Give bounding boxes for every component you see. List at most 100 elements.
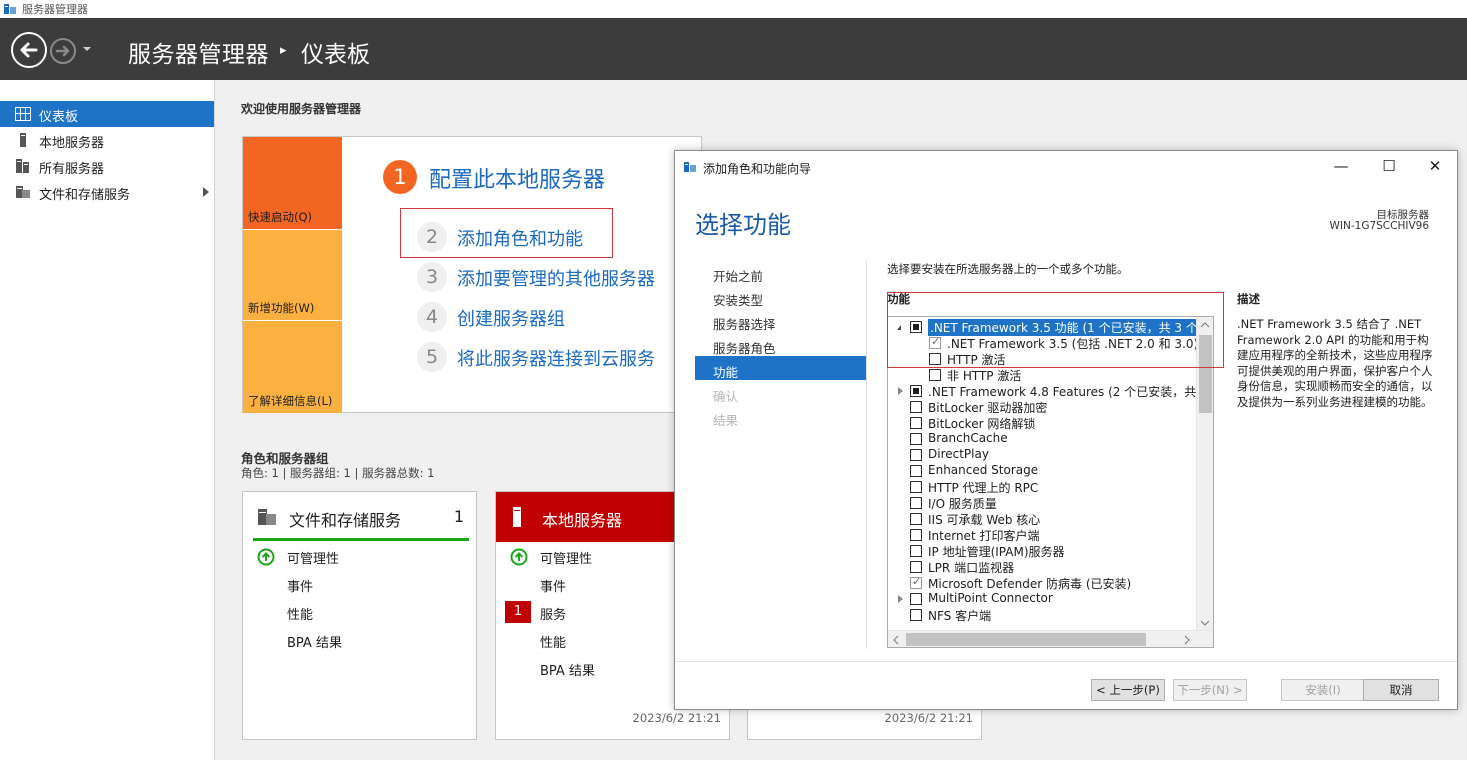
feature-row[interactable]: I/O 服务质量	[888, 495, 1196, 511]
feature-checkbox[interactable]	[910, 609, 922, 621]
feature-row[interactable]: IP 地址管理(IPAM)服务器	[888, 543, 1196, 559]
wizard-nav-features[interactable]: 功能	[713, 362, 738, 381]
chevron-down-icon[interactable]	[80, 44, 94, 54]
previous-button[interactable]: < 上一步(P)	[1091, 679, 1165, 701]
feature-checkbox[interactable]	[910, 481, 922, 493]
card-row-events[interactable]: 事件	[540, 576, 566, 595]
feature-row[interactable]: HTTP 代理上的 RPC	[888, 479, 1196, 495]
chevron-down-icon[interactable]	[1200, 619, 1210, 627]
feature-row[interactable]: BitLocker 网络解锁	[888, 415, 1196, 431]
card-row-services[interactable]: 服务	[540, 604, 566, 623]
step-number: 1	[383, 160, 417, 194]
card-timestamp: 2023/6/2 21:21	[632, 711, 721, 725]
chevron-left-icon[interactable]	[892, 635, 900, 645]
step-connect-cloud[interactable]: 将此服务器连接到云服务	[457, 345, 655, 371]
wizard-nav-server-selection[interactable]: 服务器选择	[713, 314, 776, 333]
card-row-bpa[interactable]: BPA 结果	[540, 660, 595, 679]
card-row-bpa[interactable]: BPA 结果	[287, 632, 342, 651]
back-button[interactable]	[11, 32, 47, 68]
feature-checkbox[interactable]	[910, 575, 922, 589]
card-row-performance[interactable]: 性能	[287, 604, 313, 623]
header-app-title: 服务器管理器	[128, 42, 269, 68]
feature-label: BranchCache	[928, 431, 1008, 445]
tile-whats-new[interactable]: 新增功能(W)	[243, 230, 342, 320]
feature-row[interactable]: 非 HTTP 激活	[888, 367, 1196, 383]
feature-checkbox[interactable]	[910, 401, 922, 413]
install-button: 安装(I)	[1281, 679, 1365, 701]
highlight-box	[887, 292, 1224, 368]
feature-checkbox[interactable]	[910, 385, 922, 397]
server-icon	[513, 507, 521, 527]
feature-row[interactable]: BitLocker 驱动器加密	[888, 399, 1196, 415]
chevron-right-icon[interactable]	[1183, 635, 1191, 645]
sidebar-item-local-server[interactable]: 本地服务器	[0, 127, 214, 153]
feature-label: 非 HTTP 激活	[947, 369, 1022, 383]
feature-row[interactable]: .NET Framework 4.8 Features (2 个已安装，共 7 …	[888, 383, 1213, 399]
feature-label: MultiPoint Connector	[928, 591, 1053, 605]
tile-label: 了解详细信息(L)	[248, 394, 333, 408]
sidebar-item-file-storage[interactable]: 文件和存储服务	[0, 179, 214, 205]
feature-checkbox[interactable]	[910, 497, 922, 509]
step-configure-local-server[interactable]: 配置此本地服务器	[429, 162, 605, 194]
card-header: 文件和存储服务 1	[243, 492, 476, 542]
wizard-nav-install-type[interactable]: 安装类型	[713, 290, 763, 309]
header-page-title: 仪表板	[301, 42, 370, 68]
feature-checkbox[interactable]	[929, 369, 941, 381]
instruction-text: 选择要安装在所选服务器上的一个或多个功能。	[887, 262, 1129, 276]
collapsed-triangle-icon[interactable]	[898, 387, 903, 395]
feature-row[interactable]: DirectPlay	[888, 447, 1196, 463]
card-row-events[interactable]: 事件	[287, 576, 313, 595]
horizontal-scrollbar[interactable]	[888, 630, 1213, 647]
role-card-file-storage[interactable]: 文件和存储服务 1 可管理性 事件 性能 BPA 结果	[242, 491, 477, 740]
card-row-performance[interactable]: 性能	[540, 632, 566, 651]
collapsed-triangle-icon[interactable]	[898, 595, 903, 603]
up-arrow-circle-icon	[510, 548, 528, 566]
wizard-icon	[684, 162, 696, 172]
feature-checkbox[interactable]	[910, 593, 922, 605]
feature-checkbox[interactable]	[910, 449, 922, 461]
feature-row[interactable]: LPR 端口监视器	[888, 559, 1196, 575]
step-add-servers[interactable]: 添加要管理的其他服务器	[457, 265, 655, 291]
sidebar-item-label: 仪表板	[39, 110, 79, 125]
feature-label: HTTP 代理上的 RPC	[928, 481, 1039, 495]
feature-row[interactable]: Internet 打印客户端	[888, 527, 1196, 543]
feature-checkbox[interactable]	[910, 417, 922, 429]
feature-checkbox[interactable]	[910, 513, 922, 525]
chevron-right-icon[interactable]	[203, 187, 209, 197]
forward-button[interactable]	[50, 38, 76, 64]
feature-row[interactable]: NFS 客户端	[888, 607, 1196, 623]
wizard-nav-before-you-begin[interactable]: 开始之前	[713, 266, 763, 285]
card-row-manageability[interactable]: 可管理性	[287, 548, 339, 567]
feature-row[interactable]: Enhanced Storage	[888, 463, 1196, 479]
feature-checkbox[interactable]	[910, 433, 922, 445]
feature-row[interactable]: Microsoft Defender 防病毒 (已安装)	[888, 575, 1196, 591]
tile-quick-start[interactable]: 快速启动(Q)	[243, 137, 342, 229]
tile-learn-more[interactable]: 了解详细信息(L)	[243, 321, 342, 413]
cancel-button[interactable]: 取消	[1363, 679, 1439, 701]
feature-row[interactable]: BranchCache	[888, 431, 1196, 447]
feature-checkbox[interactable]	[910, 465, 922, 477]
sidebar: 仪表板 本地服务器 所有服务器 文件和存储服务	[0, 80, 215, 760]
description-label: 描述	[1237, 292, 1260, 306]
feature-row[interactable]: MultiPoint Connector	[888, 591, 1196, 607]
card-row-manageability[interactable]: 可管理性	[540, 548, 592, 567]
close-button[interactable]: ✕	[1423, 157, 1447, 177]
step-add-roles-features[interactable]: 添加角色和功能	[457, 225, 583, 251]
sidebar-item-dashboard[interactable]: 仪表板	[0, 101, 214, 127]
card-timestamp: 2023/6/2 21:21	[884, 711, 973, 725]
sidebar-item-all-servers[interactable]: 所有服务器	[0, 153, 214, 179]
maximize-button[interactable]: ☐	[1377, 157, 1401, 177]
wizard-nav-server-roles[interactable]: 服务器角色	[713, 338, 776, 357]
quick-start-panel: 快速启动(Q) 新增功能(W) 了解详细信息(L) 1 配置此本地服务器 2 添…	[242, 136, 702, 413]
dialog-heading: 选择功能	[695, 211, 791, 239]
feature-checkbox[interactable]	[910, 545, 922, 557]
minimize-button[interactable]: —	[1329, 157, 1353, 177]
step-number: 4	[417, 302, 447, 332]
feature-row[interactable]: IIS 可承载 Web 核心	[888, 511, 1196, 527]
feature-checkbox[interactable]	[910, 561, 922, 573]
scroll-thumb[interactable]	[906, 633, 1146, 646]
dialog-footer-divider	[675, 661, 1457, 662]
step-create-server-group[interactable]: 创建服务器组	[457, 305, 565, 331]
feature-checkbox[interactable]	[910, 529, 922, 541]
card-count: 1	[453, 507, 464, 526]
